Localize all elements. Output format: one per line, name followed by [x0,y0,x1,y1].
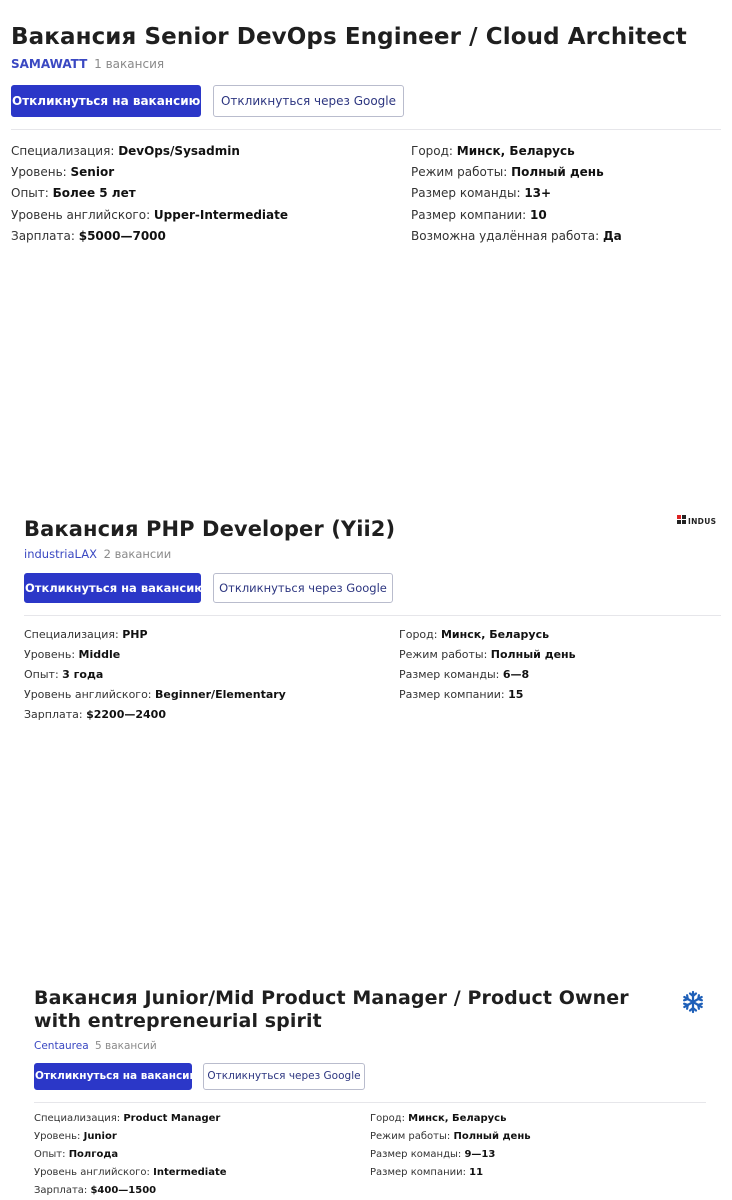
detail-label: Город: [411,144,457,158]
detail-level: Уровень: Senior [11,162,288,183]
detail-city: Город: Минск, Беларусь [370,1110,531,1128]
detail-specialization: Специализация: DevOps/Sysadmin [11,141,288,162]
detail-label: Уровень: [34,1131,84,1142]
vacancy-title[interactable]: Вакансия Junior/Mid Product Manager / Pr… [34,987,674,1033]
detail-value: 11 [469,1167,484,1178]
detail-value: Полный день [511,165,604,180]
detail-value: Минск, Беларусь [408,1113,507,1124]
detail-company-size: Размер компании: 10 [411,205,622,226]
detail-label: Специализация: [34,1113,124,1124]
detail-company-size: Размер компании: 11 [370,1164,531,1182]
detail-schedule: Режим работы: Полный день [411,162,622,183]
detail-specialization: Специализация: Product Manager [34,1110,227,1128]
vacancies-count-link[interactable]: 5 вакансий [95,1040,157,1052]
detail-label: Специализация: [11,144,119,158]
detail-label: Возможна удалённая работа: [411,228,603,243]
detail-label: Размер компании: [411,207,530,222]
detail-experience: Опыт: Более 5 лет [11,183,288,204]
detail-label: Уровень английского: [11,207,154,222]
company-link[interactable]: SAMAWATT [11,57,87,71]
vacancy-card: Вакансия Junior/Mid Product Manager / Pr… [0,484,732,1196]
detail-label: Размер команды: [411,186,525,201]
details-left: Специализация: Product Manager Уровень: … [34,1110,227,1200]
company-link[interactable]: Centaurea [34,1040,89,1052]
detail-value: Полный день [453,1131,531,1142]
detail-label: Уровень: [11,165,71,180]
detail-label: Режим работы: [370,1131,454,1142]
detail-value: 13+ [524,186,552,201]
detail-salary: Зарплата: $400—1500 [34,1182,227,1200]
detail-value: Полгода [68,1149,119,1160]
detail-label: Город: [370,1113,409,1124]
detail-value: Минск, Беларусь [456,144,575,158]
vacancy-card: Вакансия Senior DevOps Engineer / Cloud … [0,0,732,252]
detail-salary: Зарплата: $5000—7000 [11,226,288,247]
details-left: Специализация: DevOps/Sysadmin Уровень: … [11,141,288,247]
detail-level: Уровень: Junior [34,1128,227,1146]
detail-value: Да [602,228,622,243]
detail-remote: Возможна удалённая работа: Да [411,226,622,247]
detail-label: Уровень английского: [34,1167,154,1178]
detail-value: Product Manager [123,1113,221,1124]
detail-value: Upper-Intermediate [153,207,289,222]
detail-english: Уровень английского: Intermediate [34,1164,227,1182]
company-line: Centaurea 5 вакансий [34,1040,157,1052]
details-right: Город: Минск, Беларусь Режим работы: Пол… [411,141,622,247]
apply-button[interactable]: Откликнуться на вакансию [34,1063,200,1090]
snowflake-icon[interactable] [681,990,705,1014]
vacancy-card: Вакансия PHP Developer (Yii2) industriaL… [0,252,732,721]
detail-team-size: Размер команды: 13+ [411,183,622,204]
vacancies-count-link[interactable]: 1 вакансия [94,57,164,71]
detail-label: Опыт: [11,186,53,201]
apply-google-button[interactable]: Откликнуться через Google [203,1063,365,1090]
detail-label: Размер компании: [370,1167,470,1178]
detail-value: Intermediate [153,1167,227,1178]
detail-schedule: Режим работы: Полный день [370,1128,531,1146]
detail-value: Более 5 лет [52,186,136,201]
detail-value: Junior [83,1131,117,1142]
detail-label: Размер команды: [370,1149,465,1160]
detail-value: DevOps/Sysadmin [118,144,240,158]
detail-city: Город: Минск, Беларусь [411,141,622,162]
detail-experience: Опыт: Полгода [34,1146,227,1164]
detail-english: Уровень английского: Upper-Intermediate [11,205,288,226]
detail-value: Senior [70,165,115,180]
detail-value: $5000—7000 [78,228,166,243]
apply-button[interactable]: Откликнуться на вакансию [11,85,201,117]
detail-team-size: Размер команды: 9—13 [370,1146,531,1164]
detail-value: 9—13 [464,1149,496,1160]
detail-label: Опыт: [34,1149,69,1160]
company-line: SAMAWATT 1 вакансия [11,57,164,71]
detail-value: $400—1500 [90,1185,157,1196]
details-right: Город: Минск, Беларусь Режим работы: Пол… [370,1110,531,1182]
vacancy-title[interactable]: Вакансия Senior DevOps Engineer / Cloud … [11,22,687,52]
detail-value: 10 [529,207,547,222]
divider [11,129,721,130]
detail-label: Режим работы: [411,165,512,180]
divider [34,1102,706,1103]
detail-label: Зарплата: [11,228,79,243]
apply-google-button[interactable]: Откликнуться через Google [213,85,404,117]
detail-label: Зарплата: [34,1185,91,1196]
